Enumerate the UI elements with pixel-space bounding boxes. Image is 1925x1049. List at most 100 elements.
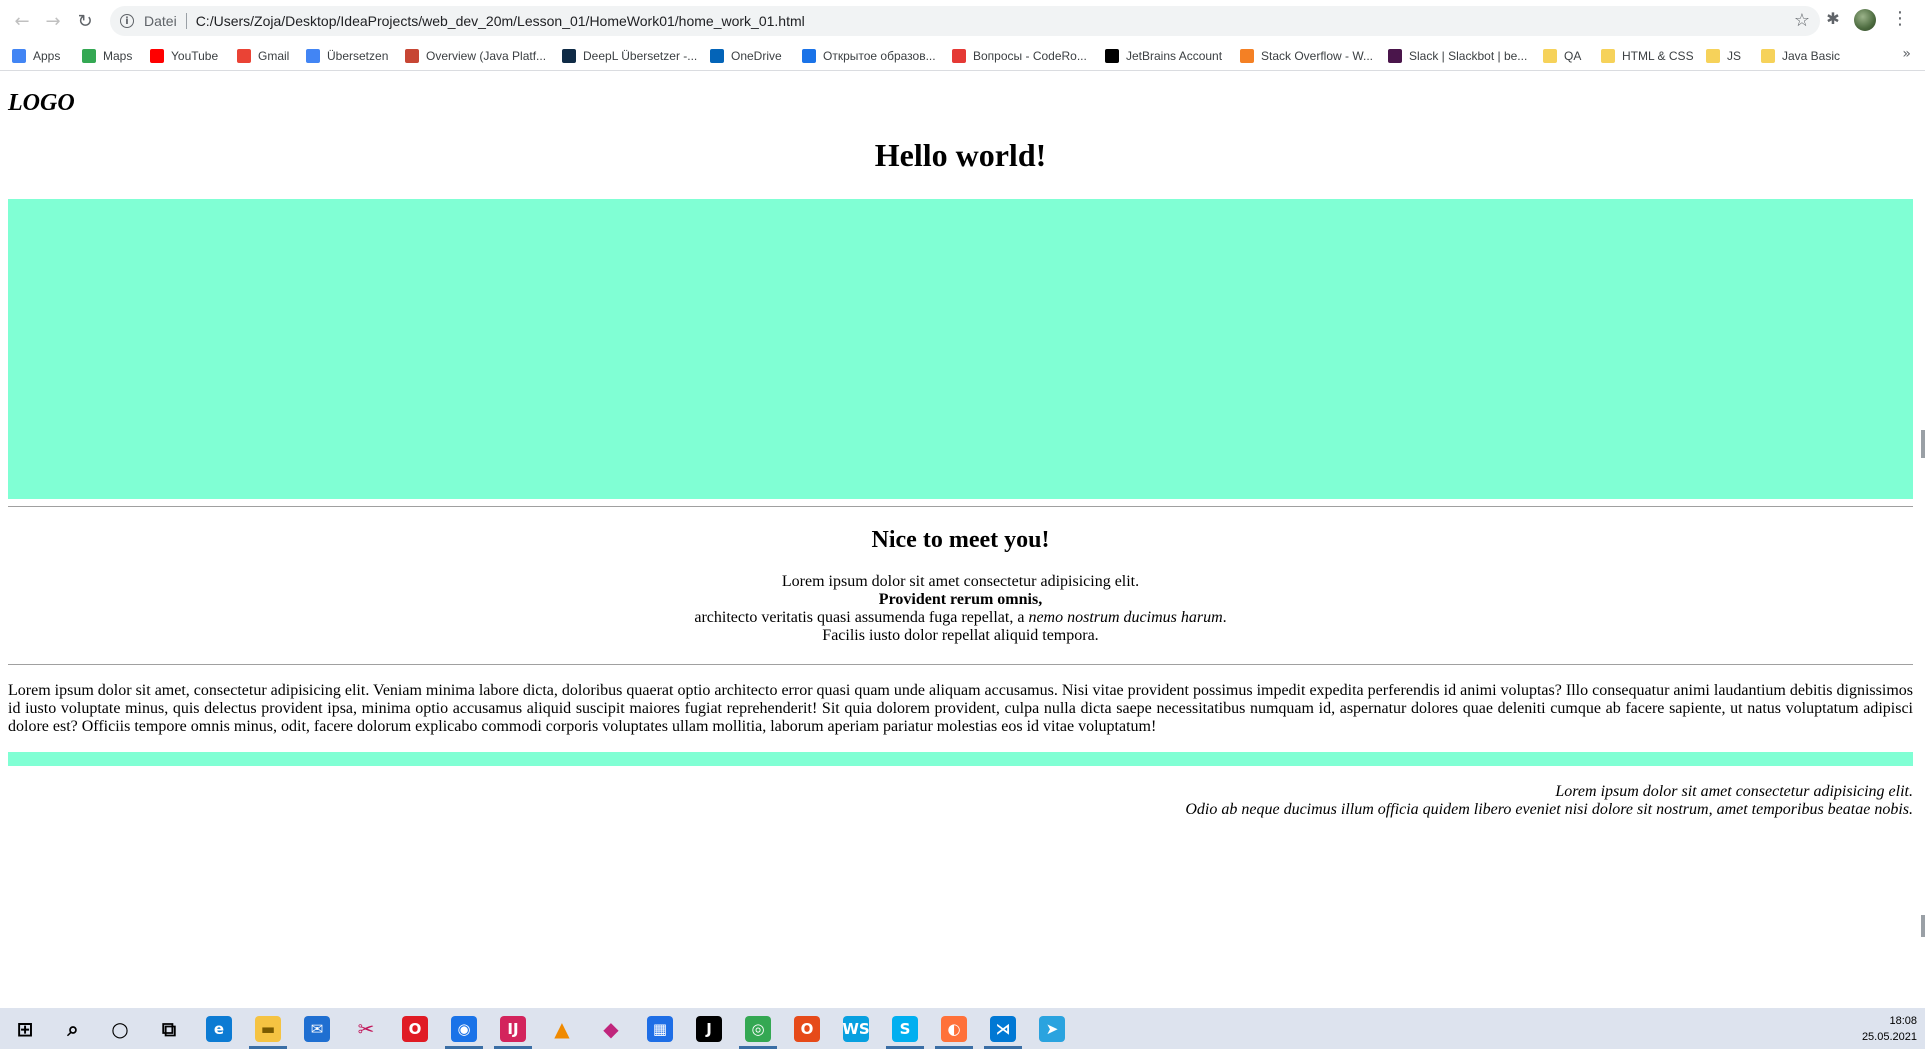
webstorm-icon[interactable]: WS: [842, 1016, 870, 1042]
reload-icon[interactable]: ↻: [72, 8, 98, 34]
clock-time: 18:08: [1889, 1015, 1917, 1027]
edge-icon[interactable]: e: [206, 1016, 232, 1042]
search-icon[interactable]: ⌕: [60, 1016, 86, 1042]
windows-taskbar: 18:08 25.05.2021 ⊞ ⌕ ○ ⧉ e ▬ ✉ ✂ O ◉ IJ ▲ ◆ ▦ J ◎ O WS S ◐ ⋊…: [0, 1008, 1925, 1049]
slack-icon: [1388, 49, 1402, 63]
oracle-icon: [405, 49, 419, 63]
bookmark-item[interactable]: HTML & CSS: [1601, 47, 1694, 65]
bookmark-label: Java Basic: [1782, 49, 1841, 63]
scrollbar-marker[interactable]: [1921, 430, 1925, 458]
bookmark-item[interactable]: Stack Overflow - W...: [1240, 47, 1373, 65]
bookmark-item[interactable]: Открытое образов...: [802, 47, 936, 65]
centered-line-3-end: .: [1222, 609, 1227, 626]
onedrive-icon: [710, 49, 724, 63]
openedu-icon: [802, 49, 816, 63]
chrome-icon[interactable]: ◎: [745, 1016, 771, 1042]
omnibox-separator: [185, 13, 187, 29]
bookmark-label: OneDrive: [731, 49, 782, 63]
accent-block: [8, 199, 1913, 499]
bookmark-item[interactable]: Slack | Slackbot | be...: [1388, 47, 1527, 65]
more-bookmarks-icon[interactable]: »: [1902, 46, 1911, 62]
coderoad-icon: [952, 49, 966, 63]
bookmark-item[interactable]: Übersetzen: [306, 47, 388, 65]
back-arrow-icon[interactable]: ←: [9, 8, 35, 34]
bookmark-label: Overview (Java Platf...: [426, 49, 547, 63]
centered-paragraph: Lorem ipsum dolor sit amet consectetur a…: [8, 573, 1913, 645]
office-icon[interactable]: O: [794, 1016, 820, 1042]
bookmark-item[interactable]: Maps: [82, 47, 132, 65]
deepl-icon: [562, 49, 576, 63]
cube-app-icon[interactable]: ◆: [598, 1016, 624, 1042]
kebab-menu-icon[interactable]: ⋮: [1890, 8, 1910, 32]
right-line-2: Odio ab neque ducimus illum officia quid…: [1185, 801, 1913, 818]
scheme-label: Datei: [144, 13, 177, 29]
cortana-icon[interactable]: ○: [107, 1016, 133, 1042]
bookmark-star-icon[interactable]: ☆: [1794, 10, 1810, 31]
jetbrains-icon: [1105, 49, 1119, 63]
folder-icon: [1543, 49, 1557, 63]
bookmark-label: YouTube: [171, 49, 219, 63]
windows-start-icon[interactable]: ⊞: [12, 1016, 38, 1042]
bookmark-item[interactable]: OneDrive: [710, 47, 782, 65]
bookmark-item[interactable]: JetBrains Account: [1105, 47, 1222, 65]
intellij-idea-icon[interactable]: IJ: [500, 1016, 526, 1042]
bookmark-item[interactable]: QA: [1543, 47, 1581, 65]
profile-avatar[interactable]: [1854, 9, 1876, 31]
centered-line-4: Facilis iusto dolor repellat aliquid tem…: [822, 627, 1099, 644]
logo-text: LOGO: [8, 90, 75, 116]
bookmark-item[interactable]: Overview (Java Platf...: [405, 47, 546, 65]
address-bar[interactable]: i Datei C:/Users/Zoja/Desktop/IdeaProjec…: [110, 6, 1820, 36]
centered-line-1: Lorem ipsum dolor sit amet consectetur a…: [781, 573, 1140, 590]
bookmark-item[interactable]: Apps: [12, 47, 60, 65]
bookmark-label: QA: [1564, 49, 1582, 63]
info-icon[interactable]: i: [120, 14, 134, 28]
bookmark-label: Slack | Slackbot | be...: [1409, 49, 1528, 63]
justified-paragraph: Lorem ipsum dolor sit amet, consectetur …: [8, 682, 1913, 735]
file-explorer-icon[interactable]: ▬: [255, 1016, 281, 1042]
url-text[interactable]: C:/Users/Zoja/Desktop/IdeaProjects/web_d…: [196, 13, 805, 29]
vlc-icon[interactable]: ▲: [549, 1016, 575, 1042]
bookmark-label: Stack Overflow - W...: [1261, 49, 1374, 63]
task-view-icon[interactable]: ⧉: [156, 1016, 182, 1042]
telegram-icon[interactable]: ➤: [1039, 1016, 1065, 1042]
bookmark-item[interactable]: Вопросы - CodeRo...: [952, 47, 1087, 65]
bookmark-label: DeepL Übersetzer -...: [583, 49, 698, 63]
system-clock[interactable]: 18:08 25.05.2021: [1862, 1013, 1917, 1045]
bookmark-item[interactable]: YouTube: [150, 47, 218, 65]
scrollbar-marker[interactable]: [1921, 915, 1925, 937]
bookmarks-bar: » Apps Maps YouTube Gmail Übersetzen Overview…: [0, 41, 1925, 71]
page-content: LOGO Hello world! Nice to meet you! Lore…: [0, 71, 1925, 1008]
bookmark-label: JS: [1727, 49, 1742, 63]
apps-grid-icon: [12, 49, 26, 63]
centered-line-3-italic: nemo nostrum ducimus harum: [1028, 609, 1223, 626]
folder-icon: [1706, 49, 1720, 63]
forward-arrow-icon[interactable]: →: [40, 8, 66, 34]
maps-pin-icon: [82, 49, 96, 63]
firefox-icon[interactable]: ◐: [941, 1016, 967, 1042]
snipping-tool-icon[interactable]: ✂: [353, 1016, 379, 1042]
accent-bar: [8, 752, 1913, 766]
youtube-icon: [150, 49, 164, 63]
bookmark-item[interactable]: Gmail: [237, 47, 289, 65]
bookmark-item[interactable]: Java Basic: [1761, 47, 1840, 65]
vscode-icon[interactable]: ⋊: [990, 1016, 1016, 1042]
mail-icon[interactable]: ✉: [304, 1016, 330, 1042]
bookmark-label: Übersetzen: [327, 49, 389, 63]
centered-line-2-bold: Provident rerum omnis,: [878, 591, 1043, 608]
calendar-icon[interactable]: ▦: [647, 1016, 673, 1042]
jetbrains-toolbox-icon[interactable]: J: [696, 1016, 722, 1042]
bookmark-label: Вопросы - CodeRo...: [973, 49, 1087, 63]
extensions-puzzle-icon[interactable]: ✱: [1822, 9, 1844, 31]
gmail-icon: [237, 49, 251, 63]
bookmark-label: Gmail: [258, 49, 290, 63]
skype-icon[interactable]: S: [892, 1016, 918, 1042]
page-title: Hello world!: [874, 137, 1047, 173]
bookmark-label: Apps: [33, 49, 61, 63]
opera-icon[interactable]: O: [402, 1016, 428, 1042]
section-heading: Nice to meet you!: [871, 527, 1050, 553]
horizontal-rule: [8, 506, 1913, 507]
browser-app-icon[interactable]: ◉: [451, 1016, 477, 1042]
bookmark-label: Открытое образов...: [823, 49, 936, 63]
bookmark-item[interactable]: DeepL Übersetzer -...: [562, 47, 697, 65]
bookmark-item[interactable]: JS: [1706, 47, 1741, 65]
